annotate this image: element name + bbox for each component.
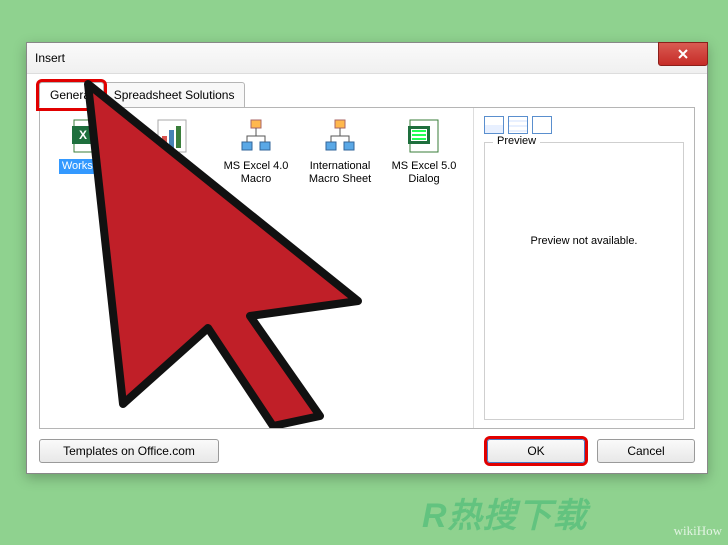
template-macro-4[interactable]: MS Excel 4.0 Macro	[216, 116, 296, 187]
template-label: Worksheet	[59, 159, 117, 174]
flowchart-icon	[320, 116, 360, 156]
templates-online-button[interactable]: Templates on Office.com	[39, 439, 219, 463]
ok-button[interactable]: OK	[487, 439, 585, 463]
dialog-content: General Spreadsheet Solutions X Workshee…	[27, 74, 707, 441]
tab-body: X Worksheet Chart	[39, 107, 695, 429]
template-dialog-5[interactable]: MS Excel 5.0 Dialog	[384, 116, 464, 187]
close-icon	[678, 49, 688, 59]
dialog-footer: Templates on Office.com OK Cancel	[39, 439, 695, 463]
titlebar: Insert	[27, 43, 707, 74]
template-international-macro[interactable]: International Macro Sheet	[300, 116, 380, 187]
template-label: MS Excel 5.0 Dialog	[384, 159, 464, 187]
excel-icon: X	[68, 116, 108, 156]
svg-text:X: X	[79, 128, 87, 142]
close-button[interactable]	[658, 42, 708, 66]
details-view-icon[interactable]	[532, 116, 552, 134]
excel-icon	[404, 116, 444, 156]
template-label: International Macro Sheet	[300, 159, 380, 187]
template-worksheet[interactable]: X Worksheet	[48, 116, 128, 187]
watermark-wikihow: wikiHow	[674, 523, 722, 539]
template-label: Chart	[156, 159, 189, 174]
right-pane: Preview Preview not available.	[473, 108, 694, 428]
dialog-title: Insert	[35, 51, 65, 65]
preview-message: Preview not available.	[493, 235, 675, 247]
list-view-icon[interactable]	[508, 116, 528, 134]
template-label: MS Excel 4.0 Macro	[216, 159, 296, 187]
cancel-button[interactable]: Cancel	[597, 439, 695, 463]
insert-dialog: Insert General Spreadsheet Solutions X W…	[26, 42, 708, 474]
preview-group: Preview Preview not available.	[484, 142, 684, 420]
watermark-cn: R热搜下载	[422, 488, 588, 537]
tab-strip: General Spreadsheet Solutions	[39, 82, 695, 108]
template-pane: X Worksheet Chart	[40, 108, 473, 428]
tab-spreadsheet-solutions[interactable]: Spreadsheet Solutions	[103, 82, 246, 108]
large-icons-view-icon[interactable]	[484, 116, 504, 134]
tab-general[interactable]: General	[39, 82, 104, 108]
view-icons	[484, 116, 684, 134]
template-chart[interactable]: Chart	[132, 116, 212, 187]
chart-icon	[152, 116, 192, 156]
flowchart-icon	[236, 116, 276, 156]
preview-legend: Preview	[493, 135, 540, 147]
